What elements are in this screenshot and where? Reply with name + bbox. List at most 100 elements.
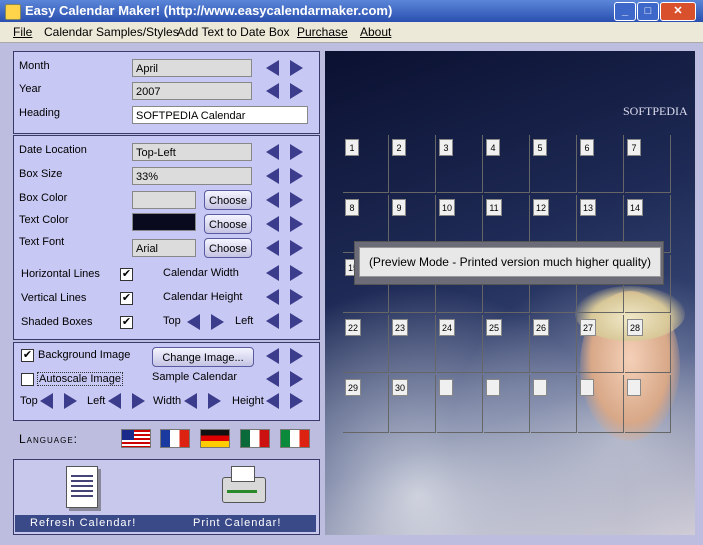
year-prev-arrow[interactable]: [266, 83, 279, 99]
horizontal-lines-checkbox[interactable]: ✔: [120, 268, 133, 281]
refresh-calendar-button[interactable]: Refresh Calendar!: [30, 517, 136, 529]
image-height-increase-arrow[interactable]: [290, 393, 303, 409]
empty-day-box: [580, 379, 594, 396]
text-font-label: Text Font: [19, 236, 65, 248]
menu-purchase[interactable]: Purchase: [297, 25, 348, 39]
month-label: Month: [19, 60, 50, 72]
date-location-field[interactable]: Top-Left: [132, 143, 252, 161]
day-box: 26: [533, 319, 549, 336]
image-width-decrease-arrow[interactable]: [184, 393, 197, 409]
autoscale-image-label: Autoscale Image: [37, 372, 123, 386]
date-location-prev-arrow[interactable]: [266, 144, 279, 160]
image-next-arrow[interactable]: [290, 348, 303, 364]
image-top-up-arrow[interactable]: [40, 393, 53, 409]
background-image-checkbox[interactable]: ✔: [21, 349, 34, 362]
minimize-button[interactable]: _: [614, 2, 636, 21]
day-box: 9: [392, 199, 406, 216]
heading-label: Heading: [19, 107, 60, 119]
empty-day-box: [439, 379, 453, 396]
box-color-label: Box Color: [19, 192, 68, 204]
us-flag-icon[interactable]: [121, 429, 151, 448]
maximize-button[interactable]: □: [637, 2, 659, 21]
sample-calendar-next-arrow[interactable]: [290, 371, 303, 387]
image-top-down-arrow[interactable]: [64, 393, 77, 409]
vertical-lines-checkbox[interactable]: ✔: [120, 292, 133, 305]
text-font-prev-arrow[interactable]: [266, 240, 279, 256]
text-color-label: Text Color: [19, 214, 69, 226]
year-field[interactable]: 2007: [132, 82, 252, 100]
heading-field[interactable]: SOFTPEDIA Calendar: [132, 106, 308, 124]
menu-add-text[interactable]: Add Text to Date Box: [177, 25, 290, 39]
empty-day-box: [533, 379, 547, 396]
day-box: 4: [486, 139, 500, 156]
box-size-field[interactable]: 33%: [132, 167, 252, 185]
month-prev-arrow[interactable]: [266, 60, 279, 76]
top-up-arrow[interactable]: [187, 314, 200, 330]
printer-icon[interactable]: [222, 466, 266, 503]
image-height-label: Height: [232, 395, 264, 407]
box-color-prev-arrow[interactable]: [266, 192, 279, 208]
shaded-boxes-checkbox[interactable]: ✔: [120, 316, 133, 329]
day-box: 5: [533, 139, 547, 156]
menu-calendar-samples[interactable]: Calendar Samples/Styles: [44, 25, 179, 39]
sample-calendar-label: Sample Calendar: [152, 371, 237, 383]
day-box: 3: [439, 139, 453, 156]
box-size-label: Box Size: [19, 168, 63, 180]
image-left-increase-arrow[interactable]: [132, 393, 145, 409]
calendar-width-decrease-arrow[interactable]: [266, 265, 279, 281]
day-box: 14: [627, 199, 643, 216]
month-field[interactable]: April: [132, 59, 252, 77]
text-color-next-arrow[interactable]: [290, 216, 303, 232]
image-prev-arrow[interactable]: [266, 348, 279, 364]
month-next-arrow[interactable]: [290, 60, 303, 76]
left-increase-arrow[interactable]: [290, 313, 303, 329]
left-decrease-arrow[interactable]: [266, 313, 279, 329]
text-color-swatch: [132, 213, 196, 231]
document-icon[interactable]: [66, 466, 98, 508]
box-size-prev-arrow[interactable]: [266, 168, 279, 184]
autoscale-image-checkbox[interactable]: [21, 373, 34, 386]
day-box: 11: [486, 199, 502, 216]
sample-calendar-prev-arrow[interactable]: [266, 371, 279, 387]
day-box: 12: [533, 199, 549, 216]
print-calendar-button[interactable]: Print Calendar!: [193, 517, 281, 529]
text-font-choose-button[interactable]: Choose: [204, 238, 252, 258]
text-color-prev-arrow[interactable]: [266, 216, 279, 232]
calendar-height-increase-arrow[interactable]: [290, 289, 303, 305]
italy-flag-icon[interactable]: [280, 429, 310, 448]
image-width-increase-arrow[interactable]: [208, 393, 221, 409]
menu-bar: File Calendar Samples/Styles Add Text to…: [0, 22, 703, 43]
calendar-preview: SOFTPEDIA 1 2 3 4 5 6 7 8 9 10 11 12 13 14 15 22 23 24 25 2…: [325, 51, 695, 535]
left-label: Left: [235, 315, 254, 327]
menu-about[interactable]: About: [360, 25, 391, 39]
preview-notice-text: (Preview Mode - Printed version much hig…: [359, 247, 661, 277]
close-button[interactable]: ✕: [660, 2, 696, 21]
image-height-decrease-arrow[interactable]: [266, 393, 279, 409]
france-flag-icon[interactable]: [160, 429, 190, 448]
day-box: 23: [392, 319, 408, 336]
calendar-height-decrease-arrow[interactable]: [266, 289, 279, 305]
calendar-height-label: Calendar Height: [163, 291, 243, 303]
box-color-next-arrow[interactable]: [290, 192, 303, 208]
app-icon: [5, 4, 21, 20]
top-down-arrow[interactable]: [211, 314, 224, 330]
calendar-width-increase-arrow[interactable]: [290, 265, 303, 281]
shaded-boxes-label: Shaded Boxes: [21, 316, 93, 328]
text-color-choose-button[interactable]: Choose: [204, 214, 252, 234]
image-left-decrease-arrow[interactable]: [108, 393, 121, 409]
language-label: Language:: [19, 432, 79, 446]
menu-file[interactable]: File: [13, 25, 32, 39]
preview-notice-box: (Preview Mode - Printed version much hig…: [354, 241, 664, 285]
date-location-label: Date Location: [19, 144, 87, 156]
change-image-button[interactable]: Change Image...: [152, 347, 254, 367]
year-next-arrow[interactable]: [290, 83, 303, 99]
day-box: 24: [439, 319, 455, 336]
mexico-flag-icon[interactable]: [240, 429, 270, 448]
text-font-next-arrow[interactable]: [290, 240, 303, 256]
text-font-field[interactable]: Arial: [132, 239, 196, 257]
box-color-choose-button[interactable]: Choose: [204, 190, 252, 210]
box-size-next-arrow[interactable]: [290, 168, 303, 184]
germany-flag-icon[interactable]: [200, 429, 230, 448]
day-box: 7: [627, 139, 641, 156]
date-location-next-arrow[interactable]: [290, 144, 303, 160]
